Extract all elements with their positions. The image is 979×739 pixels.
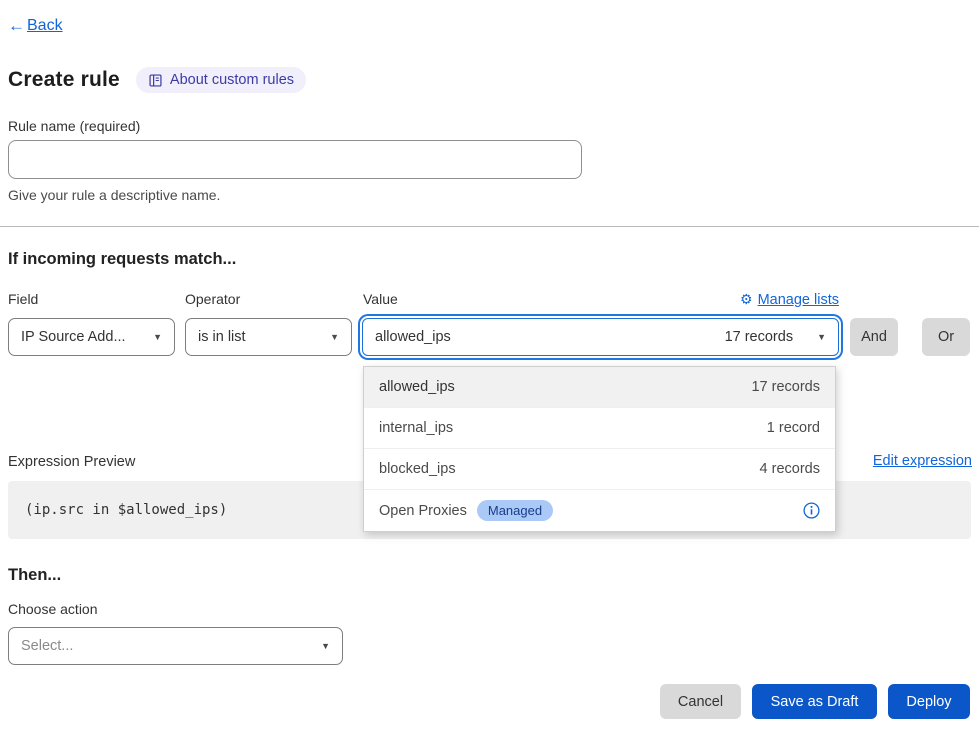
list-option-allowed-ips[interactable]: allowed_ips 17 records — [364, 367, 835, 408]
rule-name-helper-text: Give your rule a descriptive name. — [8, 187, 220, 203]
operator-select[interactable]: is in list ▼ — [185, 318, 352, 356]
title-row: Create rule About custom rules — [8, 67, 306, 93]
rule-name-input[interactable] — [8, 140, 582, 179]
operator-select-value: is in list — [198, 329, 246, 345]
save-as-draft-button[interactable]: Save as Draft — [752, 684, 877, 719]
chevron-down-icon: ▼ — [153, 332, 162, 342]
list-option-name: blocked_ips — [379, 461, 456, 477]
about-custom-rules-link[interactable]: About custom rules — [136, 67, 306, 93]
list-option-blocked-ips[interactable]: blocked_ips 4 records — [364, 449, 835, 490]
section-divider — [0, 226, 979, 227]
cancel-button[interactable]: Cancel — [660, 684, 741, 719]
deploy-button[interactable]: Deploy — [888, 684, 970, 719]
page-title: Create rule — [8, 68, 120, 92]
chevron-down-icon: ▼ — [330, 332, 339, 342]
then-section-heading: Then... — [8, 566, 61, 585]
back-link-label: Back — [27, 17, 63, 35]
list-dropdown-menu: allowed_ips 17 records internal_ips 1 re… — [363, 366, 836, 532]
info-icon[interactable] — [803, 502, 820, 519]
edit-expression-label: Edit expression — [873, 453, 972, 469]
choose-action-label: Choose action — [8, 601, 98, 617]
match-section-heading: If incoming requests match... — [8, 250, 236, 269]
list-option-name: internal_ips — [379, 420, 453, 436]
chevron-down-icon: ▼ — [817, 332, 826, 342]
value-select[interactable]: allowed_ips 17 records ▼ — [362, 318, 839, 356]
expression-preview-label: Expression Preview — [8, 454, 135, 470]
managed-badge: Managed — [477, 500, 553, 521]
list-option-name: Open Proxies — [379, 503, 467, 519]
manage-lists-link[interactable]: ⚙ Manage lists — [362, 291, 839, 308]
field-label: Field — [8, 291, 38, 307]
back-link[interactable]: ← Back — [8, 16, 63, 36]
rule-name-label: Rule name (required) — [8, 118, 140, 134]
gear-icon: ⚙ — [740, 291, 753, 308]
manage-lists-label: Manage lists — [758, 292, 839, 308]
value-select-value: allowed_ips — [375, 329, 451, 345]
list-option-internal-ips[interactable]: internal_ips 1 record — [364, 408, 835, 449]
or-button[interactable]: Or — [922, 318, 970, 356]
expression-code: (ip.src in $allowed_ips) — [25, 502, 227, 518]
list-option-records: 4 records — [760, 461, 820, 477]
about-custom-rules-label: About custom rules — [170, 72, 294, 88]
list-option-records: 17 records — [751, 379, 820, 395]
book-icon — [148, 73, 163, 88]
choose-action-placeholder: Select... — [21, 638, 73, 654]
back-arrow-icon: ← — [8, 16, 25, 36]
and-button[interactable]: And — [850, 318, 898, 356]
field-select[interactable]: IP Source Add... ▼ — [8, 318, 175, 356]
choose-action-select[interactable]: Select... ▼ — [8, 627, 343, 665]
operator-label: Operator — [185, 291, 240, 307]
chevron-down-icon: ▼ — [321, 641, 330, 651]
field-select-value: IP Source Add... — [21, 329, 126, 345]
edit-expression-link[interactable]: Edit expression — [873, 453, 972, 469]
value-select-records-count: 17 records — [725, 329, 794, 345]
create-rule-page: ← Back Create rule About custom rules Ru… — [0, 0, 979, 739]
list-option-records: 1 record — [767, 420, 820, 436]
list-option-open-proxies[interactable]: Open Proxies Managed — [364, 490, 835, 531]
list-option-name: allowed_ips — [379, 379, 455, 395]
